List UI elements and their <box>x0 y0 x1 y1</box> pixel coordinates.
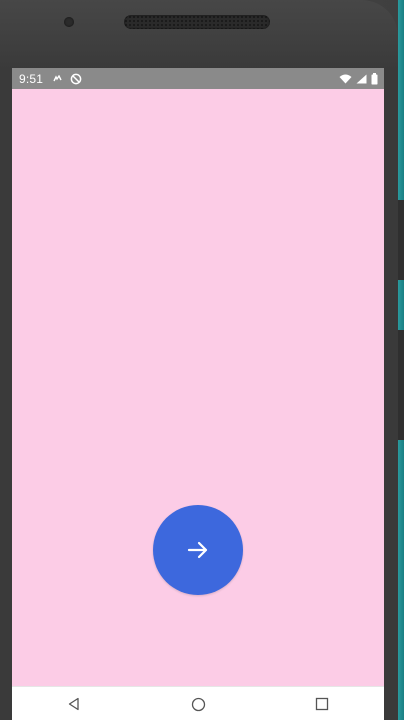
nav-home-button[interactable] <box>178 687 218 720</box>
home-icon <box>191 697 206 712</box>
status-bar: 9:51 <box>12 68 384 89</box>
sync-disabled-icon <box>70 73 82 85</box>
battery-icon <box>371 72 378 85</box>
phone-screen: 9:51 <box>12 68 384 720</box>
nav-back-button[interactable] <box>54 687 94 720</box>
status-time: 9:51 <box>19 71 44 86</box>
recents-icon <box>315 697 329 711</box>
phone-bezel-top <box>0 0 398 70</box>
wifi-icon <box>339 74 352 84</box>
back-icon <box>67 697 81 711</box>
notification-icon <box>53 74 62 83</box>
navigation-bar <box>12 686 384 720</box>
volume-button[interactable] <box>398 330 404 440</box>
front-camera-icon <box>64 17 74 27</box>
cellular-signal-icon <box>356 74 367 84</box>
nav-recents-button[interactable] <box>302 687 342 720</box>
arrow-right-icon <box>186 538 210 562</box>
next-button[interactable] <box>153 505 243 595</box>
earpiece-speaker-icon <box>124 15 270 29</box>
power-button[interactable] <box>398 200 404 280</box>
app-content <box>12 89 384 686</box>
